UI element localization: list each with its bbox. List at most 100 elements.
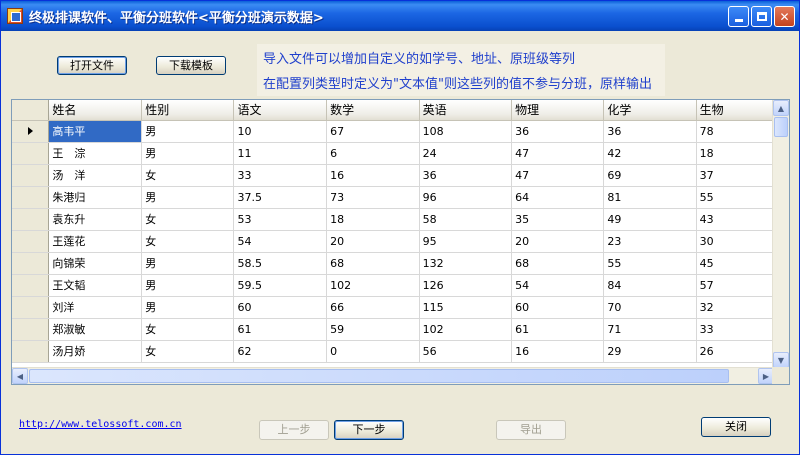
table-cell[interactable]: 70 [603, 296, 697, 319]
table-row[interactable]: 王文韬男 59.5 102 126 54 84 57 [12, 274, 789, 297]
table-cell[interactable]: 115 [419, 296, 513, 319]
table-cell[interactable]: 68 [326, 252, 420, 275]
table-cell[interactable]: 56 [419, 340, 513, 363]
table-cell[interactable]: 女 [141, 208, 235, 231]
table-cell[interactable]: 20 [511, 230, 605, 253]
table-cell[interactable]: 64 [511, 186, 605, 209]
table-cell[interactable]: 47 [511, 164, 605, 187]
row-header[interactable] [12, 230, 50, 253]
table-row[interactable]: 郑淑敏女 61 59 102 61 71 33 [12, 318, 789, 341]
table-cell[interactable]: 60 [511, 296, 605, 319]
table-row[interactable]: 高韦平男 10 67 108 36 36 78 [12, 120, 789, 143]
horizontal-scrollbar[interactable]: ◀ ▶ [12, 367, 774, 384]
table-cell[interactable]: 王莲花 [48, 230, 143, 253]
app-icon[interactable] [7, 8, 23, 24]
open-file-button[interactable]: 打开文件 [57, 56, 127, 75]
prev-step-button[interactable]: 上一步 [259, 420, 329, 440]
table-cell[interactable]: 47 [511, 142, 605, 165]
table-cell[interactable]: 73 [326, 186, 420, 209]
table-cell[interactable]: 102 [419, 318, 513, 341]
row-header[interactable] [12, 252, 50, 275]
table-cell[interactable]: 81 [603, 186, 697, 209]
column-header[interactable]: 数学 [326, 100, 420, 121]
row-header[interactable] [12, 164, 50, 187]
table-row[interactable]: 汤 洋女 33 16 36 47 69 37 [12, 164, 789, 187]
table-cell[interactable]: 女 [141, 318, 235, 341]
column-header[interactable]: 姓名 [48, 100, 143, 121]
website-link[interactable]: http://www.telossoft.com.cn [19, 419, 182, 430]
table-cell[interactable]: 102 [326, 274, 420, 297]
scroll-left-button[interactable]: ◀ [12, 368, 28, 384]
table-cell[interactable]: 袁东升 [48, 208, 143, 231]
minimize-button[interactable] [728, 6, 749, 27]
table-cell[interactable]: 王 淙 [48, 142, 143, 165]
table-cell[interactable]: 59.5 [233, 274, 328, 297]
column-header[interactable]: 化学 [603, 100, 697, 121]
title-bar[interactable]: 终极排课软件、平衡分班软件<平衡分班演示数据> ✕ [1, 1, 799, 31]
close-window-button[interactable]: ✕ [774, 6, 795, 27]
table-cell[interactable]: 男 [141, 274, 235, 297]
table-cell[interactable]: 29 [603, 340, 697, 363]
table-cell[interactable]: 49 [603, 208, 697, 231]
table-cell[interactable]: 高韦平 [48, 120, 143, 143]
table-cell[interactable]: 11 [233, 142, 328, 165]
table-cell[interactable]: 58.5 [233, 252, 328, 275]
table-cell[interactable]: 67 [326, 120, 420, 143]
row-header[interactable] [12, 296, 50, 319]
scroll-up-button[interactable]: ▲ [773, 100, 789, 116]
table-cell[interactable]: 58 [419, 208, 513, 231]
table-cell[interactable]: 10 [233, 120, 328, 143]
table-cell[interactable]: 54 [511, 274, 605, 297]
table-cell[interactable]: 刘洋 [48, 296, 143, 319]
table-cell[interactable]: 20 [326, 230, 420, 253]
table-cell[interactable]: 36 [511, 120, 605, 143]
table-cell[interactable]: 王文韬 [48, 274, 143, 297]
table-cell[interactable]: 59 [326, 318, 420, 341]
column-header[interactable]: 性别 [141, 100, 235, 121]
next-step-button[interactable]: 下一步 [334, 420, 404, 440]
row-header[interactable] [12, 318, 50, 341]
table-cell[interactable]: 35 [511, 208, 605, 231]
row-header[interactable] [12, 120, 50, 143]
table-cell[interactable]: 24 [419, 142, 513, 165]
table-cell[interactable]: 84 [603, 274, 697, 297]
table-cell[interactable]: 68 [511, 252, 605, 275]
table-cell[interactable]: 60 [233, 296, 328, 319]
row-header[interactable] [12, 208, 50, 231]
table-cell[interactable]: 53 [233, 208, 328, 231]
table-cell[interactable]: 男 [141, 252, 235, 275]
table-cell[interactable]: 向锦荣 [48, 252, 143, 275]
close-button[interactable]: 关闭 [701, 417, 771, 437]
table-cell[interactable]: 男 [141, 186, 235, 209]
table-cell[interactable]: 郑淑敏 [48, 318, 143, 341]
column-header[interactable]: 语文 [233, 100, 328, 121]
export-button[interactable]: 导出 [496, 420, 566, 440]
column-header[interactable]: 物理 [511, 100, 605, 121]
table-cell[interactable]: 汤 洋 [48, 164, 143, 187]
table-cell[interactable]: 42 [603, 142, 697, 165]
table-cell[interactable]: 16 [511, 340, 605, 363]
row-header[interactable] [12, 340, 50, 363]
table-cell[interactable]: 男 [141, 296, 235, 319]
table-cell[interactable]: 男 [141, 142, 235, 165]
table-cell[interactable]: 95 [419, 230, 513, 253]
table-row[interactable]: 汤月娇女 62 0 56 16 29 26 [12, 340, 789, 363]
row-header[interactable] [12, 142, 50, 165]
vertical-scroll-thumb[interactable] [774, 117, 788, 137]
vertical-scrollbar[interactable]: ▲ ▼ [772, 100, 789, 368]
table-row[interactable]: 朱港归男 37.5 73 96 64 81 55 [12, 186, 789, 209]
table-cell[interactable]: 61 [233, 318, 328, 341]
table-cell[interactable]: 66 [326, 296, 420, 319]
table-cell[interactable]: 女 [141, 230, 235, 253]
table-cell[interactable]: 54 [233, 230, 328, 253]
table-row[interactable]: 向锦荣男 58.5 68 132 68 55 45 [12, 252, 789, 275]
table-cell[interactable]: 96 [419, 186, 513, 209]
table-cell[interactable]: 36 [419, 164, 513, 187]
table-cell[interactable]: 55 [603, 252, 697, 275]
table-cell[interactable]: 女 [141, 164, 235, 187]
corner-header[interactable] [12, 100, 50, 121]
row-header[interactable] [12, 186, 50, 209]
table-cell[interactable]: 朱港归 [48, 186, 143, 209]
column-header[interactable]: 英语 [419, 100, 513, 121]
table-cell[interactable]: 18 [326, 208, 420, 231]
